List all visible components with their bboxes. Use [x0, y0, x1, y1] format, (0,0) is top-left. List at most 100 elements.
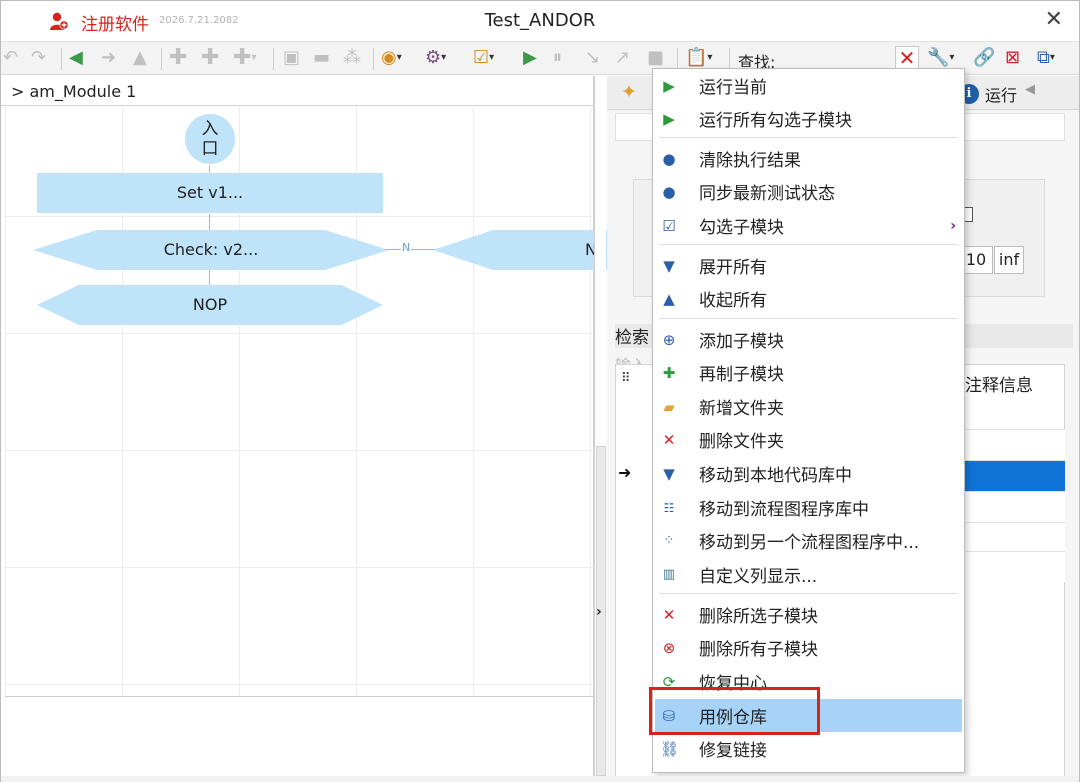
menu-item-clear-results[interactable]: ● 清除执行结果	[653, 142, 964, 175]
menu-item-delete-all[interactable]: ⊗ 删除所有子模块	[653, 631, 964, 664]
menu-item-expand-all[interactable]: ▼ 展开所有	[653, 249, 964, 282]
gear-icon[interactable]: ⚙ ▾	[425, 47, 446, 69]
menu-item-label: 添加子模块	[699, 332, 784, 352]
plus-icon[interactable]: ✚	[201, 47, 219, 69]
current-row-arrow-icon: ➜	[618, 463, 632, 482]
set-node[interactable]: Set v1...	[37, 173, 383, 213]
menu-item-check-submodules[interactable]: ☑ 勾选子模块 ›	[653, 209, 964, 242]
delete-circle-icon: ⊗	[662, 638, 676, 657]
menu-item-move-to-flowchart-lib[interactable]: ☷ 移动到流程图程序库中	[653, 491, 964, 524]
puzzle-icon[interactable]: ✦	[621, 81, 637, 103]
menu-item-label: 展开所有	[699, 258, 767, 278]
share-icon: ⁘	[663, 532, 675, 548]
minus-icon[interactable]: ▬	[313, 47, 330, 69]
plus-icon[interactable]: ✚	[169, 47, 187, 69]
flowchart-icon: ☷	[663, 500, 675, 515]
menu-item-label: 自定义列显示...	[699, 567, 818, 587]
dot-icon: ●	[662, 182, 676, 201]
play-icon: ▶	[663, 76, 675, 95]
arrow-right-icon[interactable]: ➜	[101, 47, 116, 69]
close-icon[interactable]: ✕	[1045, 7, 1063, 32]
link-icon: ⛓	[660, 739, 680, 758]
checkbox-icon: ☑	[662, 216, 676, 235]
table-row[interactable]	[963, 491, 1065, 522]
arrow-up-icon[interactable]: ▲	[133, 47, 147, 69]
plus-icon: ✚	[662, 363, 676, 382]
menu-item-delete-folder[interactable]: ✕ 删除文件夹	[653, 423, 964, 456]
menu-item-delete-selected[interactable]: ✕ 删除所选子模块	[653, 598, 964, 631]
range-max-field[interactable]: inf	[994, 246, 1024, 274]
menu-item-duplicate-submodule[interactable]: ✚ 再制子模块	[653, 356, 964, 389]
step-in-icon[interactable]: ↘	[585, 47, 600, 69]
column-header-notes[interactable]: 注释信息	[965, 371, 1033, 396]
menu-item-repair-links[interactable]: ⛓ 修复链接	[653, 732, 964, 765]
module-title[interactable]: > am_Module 1	[1, 76, 594, 106]
link-icon[interactable]: 🔗	[973, 47, 995, 69]
redo-icon[interactable]: ↷	[31, 47, 46, 69]
triangle-down-icon: ▼	[663, 256, 675, 275]
menu-item-label: 移动到本地代码库中	[699, 466, 852, 486]
menu-item-run-all-checked[interactable]: ▶ 运行所有勾选子模块	[653, 102, 964, 135]
menu-item-label: 运行当前	[699, 78, 767, 98]
search-label: 检索	[615, 328, 649, 348]
menu-item-label: 清除执行结果	[699, 151, 801, 171]
network-icon[interactable]: ⁂	[343, 47, 361, 69]
triangle-up-icon: ▲	[663, 289, 675, 308]
menu-item-label: 修复链接	[699, 741, 767, 761]
table-row[interactable]	[963, 429, 1065, 460]
menu-item-run-current[interactable]: ▶ 运行当前	[653, 69, 964, 102]
highlight-annotation	[649, 687, 820, 735]
menu-item-sync-status[interactable]: ● 同步最新测试状态	[653, 175, 964, 208]
drag-handle-icon[interactable]: ⠿	[621, 371, 631, 386]
menu-item-label: 同步最新测试状态	[699, 184, 835, 204]
menu-item-label: 收起所有	[699, 291, 767, 311]
checklist-icon[interactable]: ☑ ▾	[473, 47, 494, 69]
triangle-down-icon: ▼	[663, 464, 675, 483]
arrow-left-icon[interactable]: ◀	[69, 47, 83, 69]
tab-run[interactable]: i 运行	[959, 82, 1017, 106]
menu-item-add-submodule[interactable]: ⊕ 添加子模块	[653, 323, 964, 356]
table-row[interactable]	[963, 522, 1065, 553]
wrench-icon[interactable]: 🔧 ▾	[927, 47, 954, 69]
undo-icon[interactable]: ↶	[3, 47, 18, 69]
run-icon[interactable]: ▶	[523, 47, 537, 69]
nop-node[interactable]: NOP	[37, 285, 383, 325]
cross-icon: ✕	[662, 605, 676, 624]
window-export-icon[interactable]: ⧉ ▾	[1037, 47, 1055, 69]
chevron-right-icon[interactable]: ›	[596, 604, 602, 620]
step-out-icon[interactable]: ↗	[615, 47, 630, 69]
stop-icon[interactable]: ■	[647, 47, 664, 69]
entry-node-label: 入 口	[201, 119, 219, 159]
connector	[209, 214, 210, 230]
window-close-icon[interactable]: ⊠	[1005, 47, 1020, 69]
scroll-left-icon[interactable]: ◀	[1025, 82, 1035, 97]
app-window: 注册软件 2026.7.21.2082 Test_ANDOR ✕ ↶ ↷ ◀ ➜…	[0, 0, 1080, 782]
menu-item-move-to-local-repo[interactable]: ▼ 移动到本地代码库中	[653, 457, 964, 490]
bold-icon[interactable]: ▣	[283, 47, 300, 69]
menu-item-label: 新增文件夹	[699, 399, 784, 419]
check-node[interactable]: Check: v2...	[33, 230, 389, 270]
pane-splitter[interactable]: ›	[594, 76, 606, 776]
menu-item-label: 运行所有勾选子模块	[699, 111, 852, 131]
menu-item-collapse-all[interactable]: ▲ 收起所有	[653, 282, 964, 315]
menu-item-label: 再制子模块	[699, 365, 784, 385]
menu-item-label: 删除所有子模块	[699, 640, 818, 660]
menu-item-custom-columns[interactable]: ▥ 自定义列显示...	[653, 558, 964, 591]
context-menu: ▶ 运行当前 ▶ 运行所有勾选子模块 ● 清除执行结果 ● 同步最新测试状态 ☑…	[652, 68, 965, 773]
menu-item-new-folder[interactable]: ▰ 新增文件夹	[653, 390, 964, 423]
window-title: Test_ANDOR	[484, 10, 596, 31]
status-strip	[1, 776, 1079, 782]
table-row[interactable]	[963, 551, 1065, 582]
connector-label: N	[401, 241, 412, 254]
table-row-selected[interactable]	[963, 460, 1065, 491]
target-icon[interactable]: ◉ ▾	[381, 47, 402, 69]
entry-node[interactable]: 入 口	[185, 114, 235, 164]
menu-item-label: 移动到另一个流程图程序中...	[699, 533, 920, 553]
plus-dropdown-icon[interactable]: ✚ ▾	[233, 47, 256, 69]
cross-icon: ✕	[662, 430, 676, 449]
pause-icon[interactable]: ⏸	[553, 47, 562, 69]
clipboard-icon[interactable]: 📋 ▾	[685, 47, 712, 69]
menu-item-move-to-other-flowchart[interactable]: ⁘ 移动到另一个流程图程序中...	[653, 524, 964, 557]
chevron-right-icon: ›	[950, 217, 956, 234]
clear-search-icon[interactable]: ✕	[895, 46, 919, 70]
